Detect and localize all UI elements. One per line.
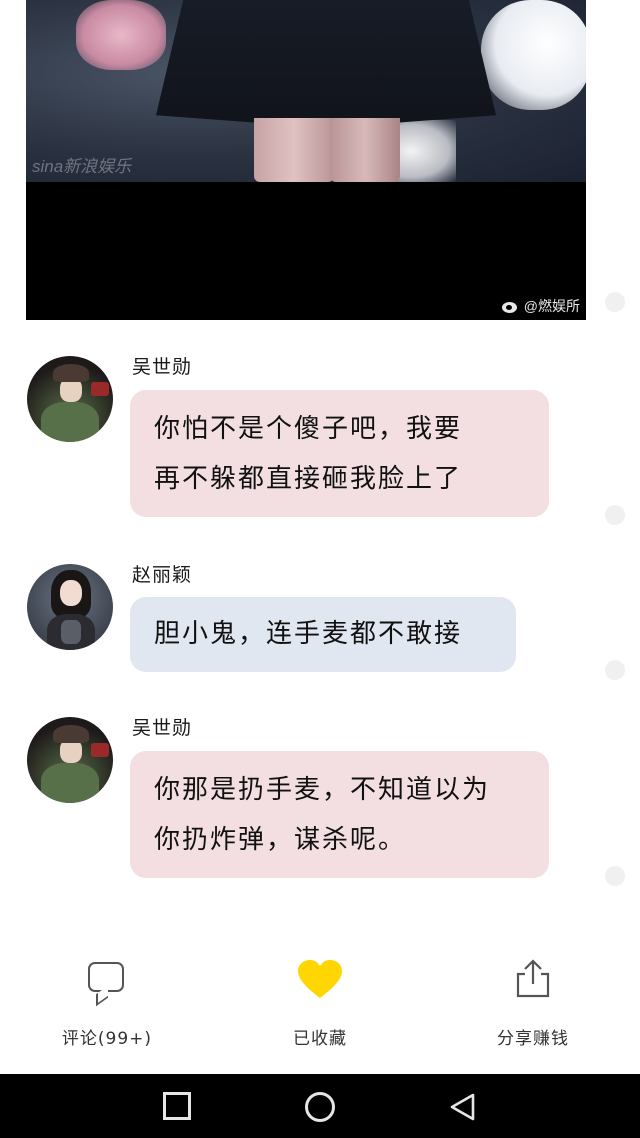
message-bubble: 你怕不是个傻子吧，我要 再不躲都直接砸我脸上了 — [130, 390, 549, 517]
heart-icon-wrap — [240, 958, 400, 1006]
favorite-label: 已收藏 — [293, 1029, 347, 1049]
side-dot — [605, 292, 625, 312]
avatar-detail — [47, 614, 95, 650]
photo-skirt — [156, 0, 496, 128]
side-dot — [605, 505, 625, 525]
message-line: 你怕不是个傻子吧，我要 — [154, 414, 463, 444]
share-button[interactable]: 分享赚钱 — [453, 958, 613, 1049]
action-bar: 评论(99+) 已收藏 分享赚钱 — [0, 940, 640, 1074]
avatar[interactable] — [27, 564, 113, 650]
message-line: 再不躲都直接砸我脸上了 — [154, 464, 463, 494]
system-nav-bar — [0, 1074, 640, 1138]
back-icon[interactable] — [448, 1092, 478, 1122]
post-image[interactable]: sina新浪娱乐 @燃娱所 — [26, 0, 586, 320]
message-line: 胆小鬼，连手麦都不敢接 — [154, 619, 463, 649]
avatar[interactable] — [27, 717, 113, 803]
sender-name: 赵丽颖 — [132, 564, 193, 586]
comment-icon-wrap — [27, 958, 187, 1006]
photo-background-white — [481, 0, 586, 110]
sender-name: 吴世勋 — [132, 356, 193, 378]
share-icon — [516, 959, 550, 998]
side-dot — [605, 660, 625, 680]
share-icon-wrap — [453, 958, 613, 1006]
photo-background-pink — [76, 0, 166, 70]
avatar-detail — [60, 580, 82, 606]
photo-watermark: @燃娱所 — [501, 296, 580, 316]
avatar-detail — [91, 382, 109, 396]
avatar[interactable] — [27, 356, 113, 442]
avatar-detail — [53, 725, 89, 743]
message-bubble: 胆小鬼，连手麦都不敢接 — [130, 597, 516, 672]
message-line: 你扔炸弹，谋杀呢。 — [154, 825, 407, 855]
home-icon[interactable] — [305, 1092, 335, 1122]
favorite-button[interactable]: 已收藏 — [240, 958, 400, 1049]
comment-label: 评论(99+) — [61, 1029, 153, 1049]
avatar-detail — [41, 763, 99, 803]
avatar-detail — [91, 743, 109, 757]
weibo-icon — [501, 299, 520, 313]
comment-button[interactable]: 评论(99+) — [27, 958, 187, 1049]
photo-watermark-sina: sina新浪娱乐 — [32, 157, 132, 176]
photo-watermark-text: @燃娱所 — [523, 298, 580, 314]
message-bubble: 你那是扔手麦，不知道以为 你扔炸弹，谋杀呢。 — [130, 751, 549, 878]
recent-apps-icon[interactable] — [163, 1092, 191, 1120]
comment-icon — [88, 962, 124, 992]
photo-leg-right — [330, 118, 400, 182]
sender-name: 吴世勋 — [132, 717, 193, 739]
message-line: 你那是扔手麦，不知道以为 — [154, 775, 491, 805]
photo-scene: sina新浪娱乐 — [26, 0, 586, 182]
heart-icon — [298, 960, 342, 998]
avatar-detail — [53, 364, 89, 382]
photo-leg-left — [254, 118, 334, 182]
side-dot — [605, 866, 625, 886]
avatar-detail — [41, 402, 99, 442]
share-label: 分享赚钱 — [497, 1029, 569, 1049]
